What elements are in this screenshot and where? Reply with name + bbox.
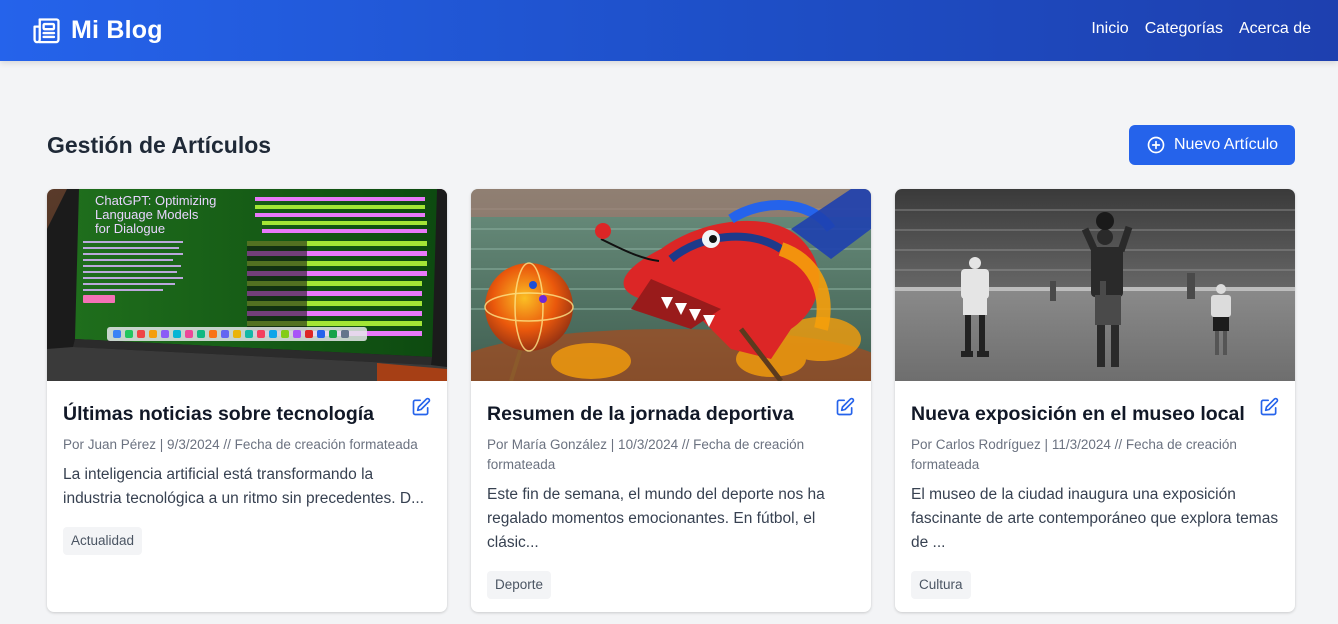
article-meta: Por Juan Pérez | 9/3/2024 // Fecha de cr…	[63, 437, 418, 452]
article-title[interactable]: Resumen de la jornada deportiva	[487, 401, 855, 427]
article-card: Nueva exposición en el museo local Por C…	[895, 189, 1295, 612]
plus-circle-icon	[1147, 136, 1165, 154]
article-card: ChatGPT: Optimizing Language Models for …	[47, 189, 447, 612]
page-title: Gestión de Artículos	[47, 132, 272, 158]
article-image-tech[interactable]: ChatGPT: Optimizing Language Models for …	[47, 189, 447, 381]
image-text-line: Language Models	[95, 207, 199, 222]
category-badge[interactable]: Deporte	[487, 571, 552, 599]
edit-icon	[836, 397, 855, 416]
category-badge[interactable]: Actualidad	[63, 527, 143, 555]
article-card-body: Últimas noticias sobre tecnología Por Ju…	[47, 381, 447, 555]
brand-logo[interactable]: Mi Blog	[32, 12, 163, 48]
edit-button[interactable]	[835, 397, 855, 417]
nav-link-acerca-de[interactable]: Acerca de	[1239, 18, 1311, 40]
main-nav: Inicio Categorías Acerca de	[1091, 18, 1311, 40]
newspaper-icon	[33, 17, 60, 43]
article-excerpt: Este fin de semana, el mundo del deporte…	[487, 486, 825, 551]
new-article-button[interactable]: Nuevo Artículo	[1129, 125, 1295, 165]
edit-button[interactable]	[411, 397, 431, 417]
article-excerpt: La inteligencia artificial está transfor…	[63, 466, 424, 507]
article-card-body: Nueva exposición en el museo local Por C…	[895, 381, 1295, 599]
edit-button[interactable]	[1259, 397, 1279, 417]
nav-link-inicio[interactable]: Inicio	[1091, 18, 1128, 40]
brand-name: Mi Blog	[71, 15, 163, 44]
new-article-label: Nuevo Artículo	[1173, 136, 1279, 153]
image-text-line: ChatGPT: Optimizing	[95, 193, 216, 208]
article-card: Resumen de la jornada deportiva Por Marí…	[471, 189, 871, 612]
edit-icon	[1260, 397, 1279, 416]
top-navbar: Mi Blog Inicio Categorías Acerca de	[0, 0, 1338, 61]
article-card-body: Resumen de la jornada deportiva Por Marí…	[471, 381, 871, 599]
article-title[interactable]: Nueva exposición en el museo local	[911, 401, 1279, 427]
article-excerpt: El museo de la ciudad inaugura una expos…	[911, 486, 1279, 551]
image-text-line: for Dialogue	[95, 221, 165, 236]
article-meta: Por María González | 10/3/2024 // Fecha …	[487, 437, 805, 472]
article-meta: Por Carlos Rodríguez | 11/3/2024 // Fech…	[911, 437, 1237, 472]
edit-icon	[412, 397, 431, 416]
article-title[interactable]: Últimas noticias sobre tecnología	[63, 401, 431, 427]
category-badge[interactable]: Cultura	[911, 571, 971, 599]
nav-link-categorias[interactable]: Categorías	[1145, 18, 1223, 40]
article-image-sports[interactable]	[471, 189, 871, 381]
article-image-culture[interactable]	[895, 189, 1295, 381]
